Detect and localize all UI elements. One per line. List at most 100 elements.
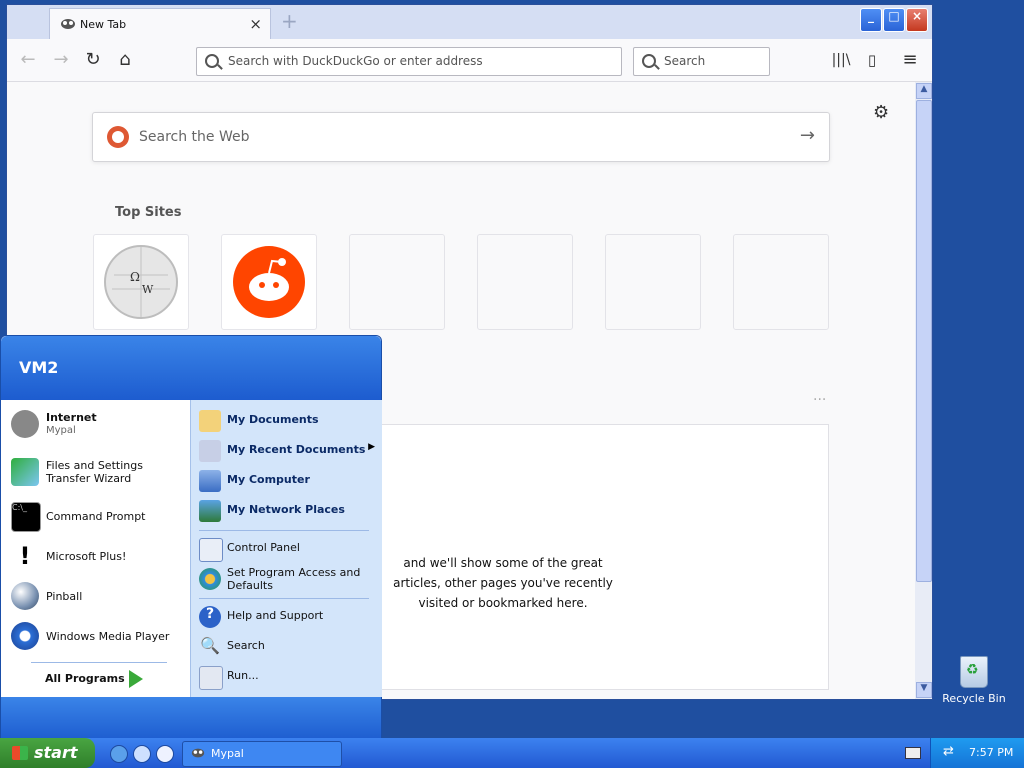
address-bar[interactable]: Search with DuckDuckGo or enter address	[196, 47, 622, 76]
mypal-favicon-icon	[61, 19, 75, 29]
scroll-down-icon[interactable]: ▼	[916, 682, 932, 698]
start-item-control-panel[interactable]: Control Panel	[199, 536, 377, 562]
start-item-program-access[interactable]: Set Program Access and Defaults	[199, 566, 377, 596]
search-icon	[642, 54, 656, 68]
start-item-label: My Network Places	[227, 503, 345, 516]
start-item-label: My Computer	[227, 473, 310, 486]
mypal-favicon-icon	[191, 748, 205, 758]
sidebar-icon[interactable]: ▯	[861, 49, 883, 71]
highlights-section: and we'll show some of the great article…	[347, 424, 829, 690]
start-item-internet[interactable]: Internet Mypal	[9, 408, 184, 440]
start-item-command-prompt[interactable]: C:\_ Command Prompt	[9, 500, 184, 532]
recycle-bin-icon	[960, 656, 988, 688]
search-input[interactable]: Search	[633, 47, 770, 76]
keyboard-icon[interactable]	[905, 747, 921, 759]
minimize-button[interactable]: _	[860, 8, 882, 32]
all-programs-button[interactable]: All Programs	[45, 672, 125, 685]
new-tab-plus-icon[interactable]: +	[281, 9, 298, 33]
reload-icon[interactable]: ↻	[82, 49, 104, 71]
all-programs-arrow-icon[interactable]	[129, 670, 143, 688]
top-site-reddit[interactable]	[221, 234, 317, 330]
top-site-empty[interactable]	[733, 234, 829, 330]
taskbar-button-label: Mypal	[211, 747, 244, 760]
close-window-button[interactable]: ×	[906, 8, 928, 32]
start-button[interactable]: start	[0, 738, 95, 768]
scroll-thumb[interactable]	[916, 100, 932, 582]
top-sites-heading: Top Sites	[115, 205, 182, 220]
quick-launch-browser-icon[interactable]	[133, 745, 151, 763]
start-item-microsoft-plus[interactable]: ! Microsoft Plus!	[9, 540, 184, 572]
start-item-label: Run...	[227, 669, 259, 682]
scroll-up-icon[interactable]: ▲	[916, 83, 932, 99]
quick-launch-ie-icon[interactable]	[110, 745, 128, 763]
recycle-bin-label: Recycle Bin	[942, 692, 1006, 705]
start-item-search[interactable]: 🔍 Search	[199, 634, 377, 660]
section-menu-icon[interactable]: ···	[813, 392, 826, 408]
start-item-run[interactable]: Run...	[199, 664, 377, 690]
back-arrow-icon[interactable]: ←	[17, 49, 39, 71]
network-globe-icon	[199, 500, 221, 522]
start-label: start	[34, 743, 78, 762]
svg-text:Ω: Ω	[130, 270, 140, 284]
start-item-label: Files and Settings Transfer Wizard	[46, 459, 143, 485]
taskbar: start Mypal ⇄ 7:57 PM	[0, 738, 1024, 768]
forward-arrow-icon[interactable]: →	[50, 49, 72, 71]
start-menu-left-pane: Internet Mypal Files and Settings Transfe…	[1, 400, 190, 697]
start-item-label: Windows Media Player	[46, 630, 170, 643]
magnifier-icon: 🔍	[200, 636, 220, 655]
tab-strip: New Tab × + _ □ ×	[7, 5, 932, 40]
computer-icon	[199, 470, 221, 492]
clock[interactable]: 7:57 PM	[969, 746, 1013, 759]
control-panel-icon	[199, 538, 223, 562]
start-item-label: Command Prompt	[46, 510, 146, 523]
start-item-pinball[interactable]: Pinball	[9, 580, 184, 612]
start-item-media-player[interactable]: Windows Media Player	[9, 620, 184, 652]
start-item-my-computer[interactable]: My Computer	[199, 468, 377, 494]
gear-icon[interactable]: ⚙	[873, 102, 889, 123]
top-site-empty[interactable]	[477, 234, 573, 330]
address-placeholder: Search with DuckDuckGo or enter address	[228, 54, 483, 68]
start-menu-right-pane: My Documents My Recent Documents ▶ My Co…	[190, 400, 382, 697]
start-item-label: My Documents	[227, 413, 319, 426]
start-item-my-documents[interactable]: My Documents	[199, 408, 377, 434]
start-item-transfer-wizard[interactable]: Files and Settings Transfer Wizard	[9, 456, 184, 488]
top-site-empty[interactable]	[605, 234, 701, 330]
highlights-empty-text: and we'll show some of the great article…	[393, 556, 613, 610]
start-item-recent-documents[interactable]: My Recent Documents ▶	[199, 438, 377, 464]
program-access-icon	[199, 568, 221, 590]
menu-icon[interactable]: ≡	[899, 49, 921, 71]
quick-launch-media-icon[interactable]	[156, 745, 174, 763]
start-item-sublabel: Mypal	[46, 425, 76, 436]
web-search-box[interactable]: Search the Web →	[92, 112, 830, 162]
start-menu-header: VM2	[1, 336, 381, 400]
start-item-label: Pinball	[46, 590, 83, 603]
start-item-help-support[interactable]: ? Help and Support	[199, 604, 377, 630]
taskbar-button-mypal[interactable]: Mypal	[182, 741, 342, 767]
pinball-icon	[11, 582, 39, 610]
close-tab-icon[interactable]: ×	[249, 15, 262, 33]
tab-title: New Tab	[80, 18, 127, 31]
go-arrow-icon[interactable]: →	[800, 125, 815, 146]
top-site-wikipedia[interactable]: ΩW	[93, 234, 189, 330]
reddit-icon	[233, 246, 305, 318]
start-item-label: Help and Support	[227, 609, 324, 622]
search-placeholder: Search	[664, 54, 706, 68]
start-item-label: Internet	[46, 411, 97, 424]
library-icon[interactable]: |||\	[830, 49, 852, 71]
start-item-network-places[interactable]: My Network Places	[199, 498, 377, 524]
right-pane-separator	[199, 598, 369, 599]
top-site-empty[interactable]	[349, 234, 445, 330]
svg-text:W: W	[142, 283, 154, 296]
command-prompt-icon: C:\_	[11, 502, 41, 532]
help-icon: ?	[199, 606, 221, 628]
network-tray-icon[interactable]: ⇄	[943, 744, 954, 759]
tab-new-tab[interactable]: New Tab ×	[49, 8, 271, 40]
wikipedia-globe-icon: ΩW	[104, 245, 178, 319]
recycle-bin-desktop-icon[interactable]: Recycle Bin	[940, 656, 1008, 705]
vertical-scrollbar[interactable]: ▲ ▼	[915, 82, 932, 699]
home-icon[interactable]: ⌂	[114, 49, 136, 71]
recent-documents-icon	[199, 440, 221, 462]
maximize-button[interactable]: □	[883, 8, 905, 32]
duckduckgo-icon	[107, 126, 129, 148]
system-tray: ⇄ 7:57 PM	[930, 738, 1024, 768]
